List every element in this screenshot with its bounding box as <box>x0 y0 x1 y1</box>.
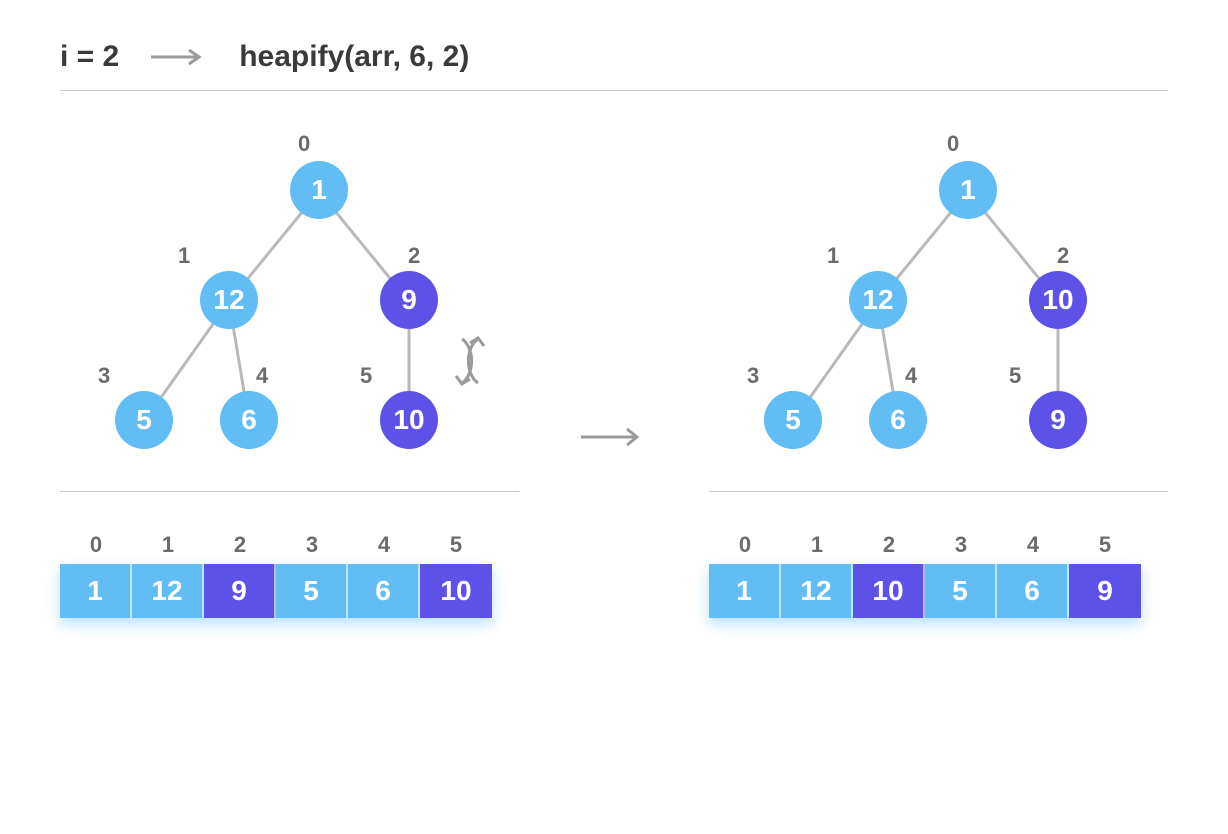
tree-node: 5 <box>115 391 173 449</box>
array-cell: 12 <box>781 564 853 618</box>
divider <box>709 491 1168 492</box>
step-call-label: heapify(arr, 6, 2) <box>239 40 469 74</box>
array-index-label: 4 <box>348 532 420 558</box>
node-index-label: 3 <box>747 363 759 389</box>
tree-node: 5 <box>764 391 822 449</box>
node-index-label: 5 <box>360 363 372 389</box>
after-panel: 10121102536495 012345 11210569 <box>709 131 1168 618</box>
array-index-label: 3 <box>276 532 348 558</box>
array-indices: 012345 <box>60 532 519 558</box>
diagram-panels: 10121925364105 012345 11295610 101211025… <box>60 131 1168 618</box>
tree-node: 12 <box>200 271 258 329</box>
array-index-label: 3 <box>925 532 997 558</box>
array-cell: 6 <box>348 564 420 618</box>
node-index-label: 3 <box>98 363 110 389</box>
tree-node: 9 <box>1029 391 1087 449</box>
array-cell: 6 <box>997 564 1069 618</box>
swap-icon <box>448 331 492 396</box>
divider <box>60 491 519 492</box>
array-index-label: 2 <box>204 532 276 558</box>
array-cell: 9 <box>204 564 276 618</box>
node-index-label: 5 <box>1009 363 1021 389</box>
array-cell: 12 <box>132 564 204 618</box>
array-cell: 5 <box>925 564 997 618</box>
tree-node: 9 <box>380 271 438 329</box>
node-index-label: 4 <box>256 363 268 389</box>
array-cell: 10 <box>420 564 492 618</box>
divider <box>60 90 1168 91</box>
node-index-label: 2 <box>1057 243 1069 269</box>
tree-node: 6 <box>220 391 278 449</box>
node-index-label: 1 <box>178 243 190 269</box>
node-index-label: 4 <box>905 363 917 389</box>
tree-after: 10121102536495 <box>709 131 1168 471</box>
array-index-label: 5 <box>1069 532 1141 558</box>
array-index-label: 0 <box>709 532 781 558</box>
node-index-label: 2 <box>408 243 420 269</box>
step-index-label: i = 2 <box>60 40 119 74</box>
array-index-label: 0 <box>60 532 132 558</box>
before-panel: 10121925364105 012345 11295610 <box>60 131 519 618</box>
node-index-label: 1 <box>827 243 839 269</box>
step-header: i = 2 heapify(arr, 6, 2) <box>60 40 1168 74</box>
array-cell: 5 <box>276 564 348 618</box>
array-cell: 9 <box>1069 564 1141 618</box>
array-index-label: 1 <box>781 532 853 558</box>
tree-node: 1 <box>290 161 348 219</box>
array-row: 11210569 <box>709 564 1141 618</box>
tree-node: 1 <box>939 161 997 219</box>
array-after: 012345 11210569 <box>709 532 1168 618</box>
array-index-label: 5 <box>420 532 492 558</box>
tree-before: 10121925364105 <box>60 131 519 471</box>
tree-node: 6 <box>869 391 927 449</box>
tree-node: 12 <box>849 271 907 329</box>
node-index-label: 0 <box>298 131 310 157</box>
tree-node: 10 <box>1029 271 1087 329</box>
array-before: 012345 11295610 <box>60 532 519 618</box>
node-index-label: 0 <box>947 131 959 157</box>
array-indices: 012345 <box>709 532 1168 558</box>
array-cell: 1 <box>709 564 781 618</box>
array-cell: 1 <box>60 564 132 618</box>
array-cell: 10 <box>853 564 925 618</box>
array-index-label: 1 <box>132 532 204 558</box>
arrow-right-icon <box>579 425 649 454</box>
tree-node: 10 <box>380 391 438 449</box>
array-index-label: 2 <box>853 532 925 558</box>
array-row: 11295610 <box>60 564 492 618</box>
arrow-right-icon <box>149 47 209 67</box>
array-index-label: 4 <box>997 532 1069 558</box>
